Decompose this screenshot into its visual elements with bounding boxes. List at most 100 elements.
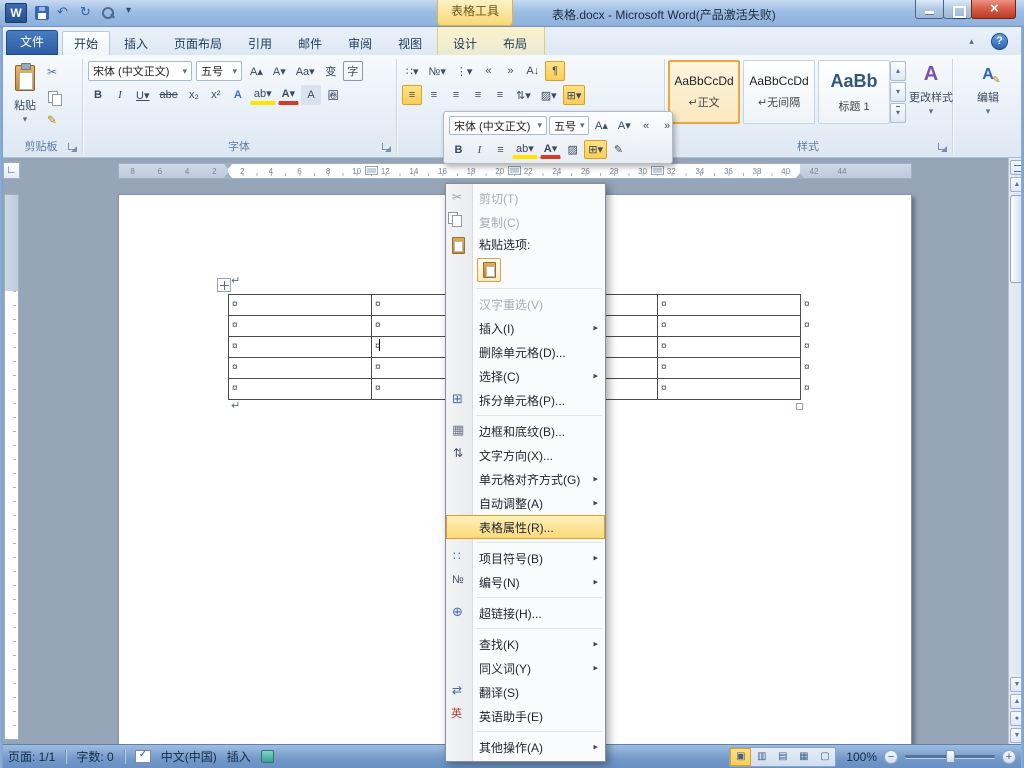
qat-customize-button[interactable]	[120, 3, 140, 23]
text-effects-button[interactable]: A	[228, 85, 248, 105]
menu-item-translate[interactable]: 翻译(S)	[446, 680, 605, 704]
increase-indent-button[interactable]: »	[658, 116, 677, 135]
decrease-indent-button[interactable]: «	[478, 61, 498, 81]
zoom-out-button[interactable]: −	[884, 749, 898, 764]
shrink-font-button[interactable]: A▾	[614, 116, 635, 135]
table-cell[interactable]: ¤	[229, 358, 372, 379]
minimize-button[interactable]	[915, 0, 944, 19]
undo-button[interactable]	[54, 3, 74, 23]
center-button[interactable]: ≡	[491, 140, 510, 159]
zoom-level[interactable]: 100%	[846, 750, 877, 764]
font-size-combo[interactable]: 五号	[196, 61, 242, 81]
align-center-button[interactable]: ≡	[424, 85, 444, 105]
format-painter-button[interactable]: ✎	[609, 140, 628, 159]
style-no-spacing[interactable]: AaBbCcDd ↵无间隔	[743, 60, 815, 124]
table-cell[interactable]: ¤	[229, 379, 372, 400]
menu-item-delete-cells[interactable]: 删除单元格(D)...	[446, 340, 605, 364]
spell-check-icon[interactable]	[134, 749, 151, 763]
table-column-marker[interactable]	[365, 166, 378, 175]
tab-review[interactable]: 审阅	[336, 31, 384, 55]
help-icon[interactable]	[991, 33, 1008, 50]
full-screen-reading-button[interactable]: ▥	[751, 748, 772, 766]
font-name-combo[interactable]: 宋体 (中文正文)	[88, 61, 192, 81]
style-normal[interactable]: AaBbCcDd ↵正文	[668, 60, 740, 124]
word-count[interactable]: 字数: 0	[76, 748, 113, 765]
grow-font-button[interactable]: A▴	[246, 61, 267, 81]
menu-item-text-direction[interactable]: 文字方向(X)...	[446, 443, 605, 467]
sort-button[interactable]: A↓	[522, 61, 543, 81]
style-heading1[interactable]: AaBb 标题 1	[818, 60, 890, 124]
menu-item-additional-actions[interactable]: 其他操作(A)	[446, 735, 605, 759]
page-indicator[interactable]: 页面: 1/1	[8, 748, 55, 765]
font-name-combo[interactable]: 宋体 (中文正文)	[449, 116, 547, 135]
language-indicator[interactable]: 中文(中国)	[161, 748, 217, 765]
font-size-combo[interactable]: 五号	[549, 116, 589, 135]
underline-button[interactable]: U▾	[132, 85, 153, 105]
horizontal-ruler[interactable]: 8642 2 4 6 8 10 12 14 16 18 20 22 24 26 28 30 32 34 36 38 4…	[22, 162, 1008, 180]
table-cell[interactable]: ¤	[229, 337, 372, 358]
enclose-characters-button[interactable]: 圈	[323, 85, 343, 105]
vertical-ruler[interactable]	[3, 183, 20, 744]
character-shading-button[interactable]: A	[301, 85, 322, 105]
table-move-handle[interactable]	[217, 278, 231, 292]
insert-mode-indicator[interactable]: 插入	[227, 748, 251, 765]
menu-item-synonyms[interactable]: 同义词(Y)	[446, 656, 605, 680]
show-marks-button[interactable]: ¶	[545, 61, 566, 81]
styles-scroll-down-button[interactable]	[890, 82, 906, 102]
font-color-button[interactable]: A▾	[277, 85, 300, 105]
highlight-button[interactable]: ab▾	[249, 85, 276, 105]
format-painter-button[interactable]	[46, 110, 76, 131]
menu-item-table-properties[interactable]: 表格属性(R)...	[446, 515, 605, 539]
shading-button[interactable]: ▨	[563, 140, 582, 159]
paste-button[interactable]: 粘贴	[8, 60, 42, 136]
table-cell[interactable]: ¤	[658, 295, 801, 316]
table-cell[interactable]: ¤	[229, 316, 372, 337]
borders-button[interactable]: ⊞▾	[562, 85, 586, 105]
menu-item-english-assistant[interactable]: 英语助手(E)	[446, 704, 605, 728]
decrease-indent-button[interactable]: «	[637, 116, 656, 135]
table-column-marker[interactable]	[508, 166, 521, 175]
table-cell[interactable]: ¤	[658, 316, 801, 337]
tab-mailings[interactable]: 邮件	[286, 31, 334, 55]
save-button[interactable]	[32, 3, 52, 23]
maximize-button[interactable]	[943, 0, 972, 19]
bullets-button[interactable]: ∷▾	[402, 61, 423, 81]
borders-button[interactable]: ⊞▾	[584, 140, 607, 159]
draft-view-button[interactable]: ▢	[814, 748, 835, 766]
file-tab[interactable]: 文件	[6, 30, 58, 55]
right-indent-marker[interactable]	[795, 168, 805, 179]
phonetic-guide-button[interactable]: 变	[321, 61, 341, 81]
superscript-button[interactable]: x²	[206, 85, 226, 105]
tab-page-layout[interactable]: 页面布局	[162, 31, 234, 55]
zoom-in-button[interactable]: +	[1002, 749, 1016, 764]
outline-view-button[interactable]: ▦	[793, 748, 814, 766]
numbering-button[interactable]: №▾	[425, 61, 450, 81]
word-app-icon[interactable]	[5, 3, 27, 23]
change-styles-button[interactable]: 更改样式	[908, 61, 954, 118]
tab-design[interactable]: 设计	[441, 31, 489, 55]
styles-scroll-up-button[interactable]	[890, 61, 906, 81]
tab-references[interactable]: 引用	[236, 31, 284, 55]
clipboard-dialog-launcher[interactable]	[66, 141, 78, 153]
tab-layout[interactable]: 布局	[491, 31, 539, 55]
editing-button[interactable]: 编辑	[962, 63, 1014, 118]
table-column-marker[interactable]	[651, 166, 664, 175]
menu-item-select[interactable]: 选择(C)	[446, 364, 605, 388]
bold-button[interactable]: B	[88, 85, 108, 105]
menu-item-split-cells[interactable]: 拆分单元格(P)...	[446, 388, 605, 412]
print-preview-button[interactable]	[98, 3, 118, 23]
menu-item-numbering[interactable]: 编号(N)	[446, 570, 605, 594]
hanging-indent-marker[interactable]	[223, 168, 233, 179]
menu-item-borders-shading[interactable]: 边框和底纹(B)...	[446, 419, 605, 443]
menu-item-hyperlink[interactable]: 超链接(H)...	[446, 601, 605, 625]
multilevel-list-button[interactable]: ⋮▾	[452, 61, 477, 81]
grow-font-button[interactable]: A▴	[591, 116, 612, 135]
menu-item-autofit[interactable]: 自动调整(A)	[446, 491, 605, 515]
zoom-slider-thumb[interactable]	[946, 750, 955, 763]
subscript-button[interactable]: x₂	[184, 85, 204, 105]
tab-insert[interactable]: 插入	[112, 31, 160, 55]
tab-home[interactable]: 开始	[62, 31, 111, 55]
font-dialog-launcher[interactable]	[380, 141, 392, 153]
italic-button[interactable]: I	[110, 85, 130, 105]
change-case-button[interactable]: Aa▾	[292, 61, 319, 81]
